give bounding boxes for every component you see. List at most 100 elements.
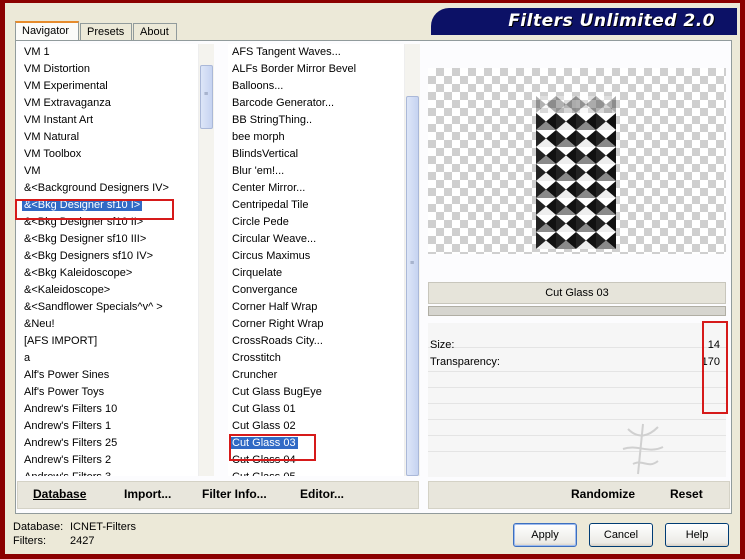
glass-tile (576, 164, 596, 181)
filter-item-label: Center Mirror... (232, 182, 306, 194)
grip-icon: ≡ (410, 260, 415, 267)
category-item-label: a (24, 352, 31, 364)
category-item[interactable]: Alf's Power Sines (20, 367, 198, 384)
param-transparency-slider[interactable]: Transparency: 170 (430, 354, 724, 371)
category-item[interactable]: &<Bkg Designers sf10 IV> (20, 248, 198, 265)
category-item-label: VM Extravaganza (24, 97, 111, 109)
category-item[interactable]: Andrew's Filters 1 (20, 418, 198, 435)
glass-tile (576, 147, 596, 164)
category-item[interactable]: VM Natural (20, 129, 198, 146)
category-item[interactable]: VM Extravaganza (20, 95, 198, 112)
category-item[interactable]: Alf's Power Toys (20, 384, 198, 401)
category-item[interactable]: VM Distortion (20, 61, 198, 78)
divider (428, 451, 726, 452)
filter-item[interactable]: Circus Maximus (228, 248, 404, 265)
filter-item[interactable]: Cut Glass 01 (228, 401, 404, 418)
filter-item[interactable]: Circle Pede (228, 214, 404, 231)
category-item[interactable]: VM (20, 163, 198, 180)
filter-scroll-thumb[interactable]: ≡ (406, 96, 419, 476)
help-button[interactable]: Help (665, 523, 729, 547)
divider (428, 435, 726, 436)
category-item[interactable]: &<Background Designers IV> (20, 180, 198, 197)
category-item[interactable]: &<Bkg Designer sf10 III> (20, 231, 198, 248)
filter-item[interactable]: Cut Glass 02 (228, 418, 404, 435)
filter-item[interactable]: Cut Glass 05 (228, 469, 404, 476)
category-scroll-thumb[interactable]: ≡ (200, 65, 213, 129)
glass-tile (576, 113, 596, 130)
editor-button[interactable]: Editor... (300, 487, 344, 501)
filter-item[interactable]: Barcode Generator... (228, 95, 404, 112)
filter-item[interactable]: AFS Tangent Waves... (228, 44, 404, 61)
filter-item[interactable]: CrossRoads City... (228, 333, 404, 350)
category-item-label: VM (24, 165, 41, 177)
category-item[interactable]: Andrew's Filters 10 (20, 401, 198, 418)
filter-item[interactable]: Convergance (228, 282, 404, 299)
category-item[interactable]: a (20, 350, 198, 367)
filter-item[interactable]: Cut Glass BugEye (228, 384, 404, 401)
category-item[interactable]: Andrew's Filters 3 (20, 469, 198, 476)
tab-navigator[interactable]: Navigator (15, 21, 79, 41)
category-item-label: &<Background Designers IV> (24, 182, 169, 194)
category-item[interactable]: VM Experimental (20, 78, 198, 95)
filter-item[interactable]: BlindsVertical (228, 146, 404, 163)
category-item[interactable]: VM 1 (20, 44, 198, 61)
filter-item[interactable]: bee morph (228, 129, 404, 146)
filter-item[interactable]: Cruncher (228, 367, 404, 384)
category-item[interactable]: &<Sandflower Specials^v^ > (20, 299, 198, 316)
filter-item[interactable]: Crosstitch (228, 350, 404, 367)
category-item[interactable]: Andrew's Filters 25 (20, 435, 198, 452)
category-item-label: Alf's Power Toys (24, 386, 105, 398)
filter-item[interactable]: BB StringThing.. (228, 112, 404, 129)
category-item[interactable]: VM Instant Art (20, 112, 198, 129)
category-item-label: VM Toolbox (24, 148, 82, 160)
filters-count-label: Filters: (13, 535, 46, 547)
filter-item-label: AFS Tangent Waves... (232, 46, 341, 58)
divider (428, 403, 726, 404)
glass-tile (536, 215, 556, 232)
category-item[interactable]: &<Bkg Kaleidoscope> (20, 265, 198, 282)
apply-button[interactable]: Apply (513, 523, 577, 547)
randomize-button[interactable]: Randomize (571, 487, 635, 501)
glass-tile (596, 130, 616, 147)
filter-item[interactable]: Cirquelate (228, 265, 404, 282)
app-banner: Filters Unlimited 2.0 (431, 8, 737, 35)
category-scrollbar[interactable]: ≡ (198, 44, 214, 476)
tab-about[interactable]: About (133, 23, 177, 40)
category-list[interactable]: VM 1 VM Distortion VM Experimental VM Extra… (20, 44, 198, 476)
filter-item[interactable]: Corner Half Wrap (228, 299, 404, 316)
filter-scrollbar[interactable]: ≡ (404, 44, 420, 476)
category-item[interactable]: &Neu! (20, 316, 198, 333)
banner-title: Filters Unlimited 2.0 (508, 11, 715, 31)
database-status-label: Database: (13, 521, 64, 533)
filter-item[interactable]: Corner Right Wrap (228, 316, 404, 333)
category-item[interactable]: [AFS IMPORT] (20, 333, 198, 350)
glass-tile (556, 113, 576, 130)
filter-item[interactable]: Center Mirror... (228, 180, 404, 197)
import-label: Import... (124, 487, 172, 501)
glass-tile (556, 147, 576, 164)
filter-info-button[interactable]: Filter Info... (202, 487, 267, 501)
filter-item[interactable]: ALFs Border Mirror Bevel (228, 61, 404, 78)
glass-tile (536, 198, 556, 215)
filter-item[interactable]: Circular Weave... (228, 231, 404, 248)
import-button[interactable]: Import... (124, 487, 171, 501)
filter-item[interactable]: Centripedal Tile (228, 197, 404, 214)
param-values-highlight-box (702, 321, 728, 414)
glass-tile (576, 130, 596, 147)
category-highlight-box (15, 199, 174, 220)
tab-presets[interactable]: Presets (80, 23, 132, 40)
database-status: Database: ICNET-Filters (13, 521, 136, 533)
reset-button[interactable]: Reset (670, 487, 703, 501)
category-item[interactable]: VM Toolbox (20, 146, 198, 163)
category-item[interactable]: &<Kaleidoscope> (20, 282, 198, 299)
filter-list[interactable]: AFS Tangent Waves... ALFs Border Mirror B… (228, 44, 404, 476)
glass-tile (576, 181, 596, 198)
filter-item[interactable]: Blur 'em!... (228, 163, 404, 180)
filter-item[interactable]: Balloons... (228, 78, 404, 95)
category-item-label: Andrew's Filters 3 (24, 471, 111, 476)
param-size-slider[interactable]: Size: 14 (430, 337, 724, 354)
glass-tile (596, 147, 616, 164)
cancel-button[interactable]: Cancel (589, 523, 653, 547)
category-item[interactable]: Andrew's Filters 2 (20, 452, 198, 469)
database-button[interactable]: Database (33, 487, 86, 501)
